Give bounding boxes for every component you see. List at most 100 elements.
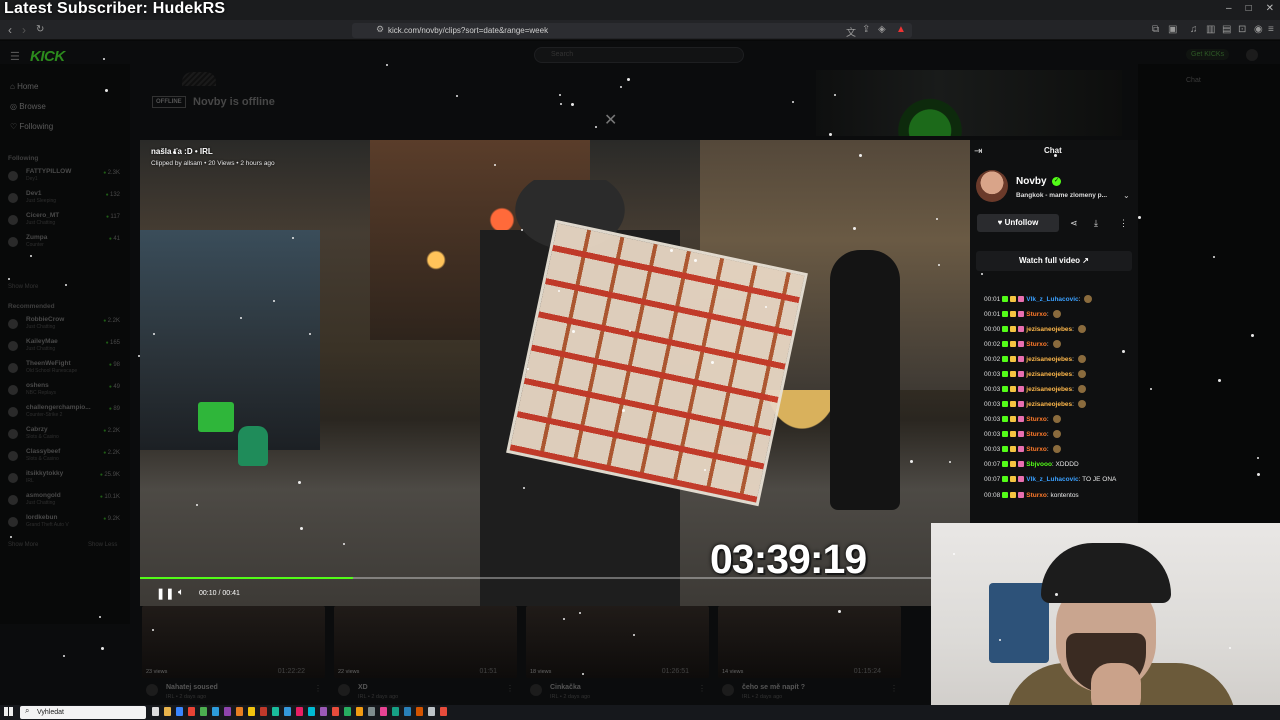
chat-username[interactable]: jezisaneojebes (1026, 401, 1072, 408)
clip-title[interactable]: Cinkačka (550, 684, 581, 691)
chat-username[interactable]: Sturxo (1026, 492, 1047, 499)
extension-icon[interactable]: ▣ (1168, 24, 1177, 35)
sidebar-channel[interactable]: itsikkytokkyIRL 25.9K (8, 470, 124, 492)
sidebar-channel[interactable]: CabrzySlots & Casino 2.2K (8, 426, 124, 448)
clip-title[interactable]: čeho se mě napít ? (742, 684, 805, 691)
chat-username[interactable]: Vlk_z_Luhacovic (1026, 296, 1078, 303)
collapse-chat-icon[interactable]: ⇥ (974, 146, 982, 157)
unfollow-button[interactable]: ♥ Unfollow (977, 214, 1059, 232)
taskbar-app-icon[interactable] (308, 707, 315, 716)
share-icon[interactable]: ⋖ (1070, 218, 1078, 229)
streamer-name[interactable]: Novby (1016, 176, 1047, 187)
clip-title[interactable]: Nahatej soused (166, 684, 218, 691)
reload-icon[interactable]: ↻ (36, 24, 44, 35)
clip-video-player[interactable]: našla ťa :D • IRL Clipped by allsam • 20… (140, 140, 970, 606)
taskbar-app-icon[interactable] (248, 707, 255, 716)
search-input[interactable]: Search (534, 47, 744, 63)
vpn-icon[interactable]: ◉ (1254, 24, 1263, 35)
taskbar-app-icon[interactable] (236, 707, 243, 716)
chat-username[interactable]: Vlk_z_Luhacovic (1026, 476, 1078, 483)
taskbar-app-icon[interactable] (260, 707, 267, 716)
more-options-icon[interactable]: ⋮ (506, 684, 514, 693)
taskbar-app-icon[interactable] (320, 707, 327, 716)
taskbar-app-icon[interactable] (152, 707, 159, 716)
sidebar-channel[interactable]: ZumpaCounter 41 (8, 234, 124, 256)
taskbar-app-icon[interactable] (212, 707, 219, 716)
sidebar-channel[interactable]: oshensNBC Replays 49 (8, 382, 124, 404)
show-more-link[interactable]: Show More (8, 284, 38, 290)
chat-username[interactable]: jezisaneojebes (1026, 371, 1072, 378)
sidebar-channel[interactable]: RobbieCrowJust Chatting 2.2K (8, 316, 124, 338)
chevron-down-icon[interactable]: ⌄ (1123, 191, 1130, 200)
show-more-link[interactable]: Show More (8, 542, 38, 548)
taskbar-app-icon[interactable] (368, 707, 375, 716)
taskbar-app-icon[interactable] (404, 707, 411, 716)
show-less-link[interactable]: Show Less (88, 542, 117, 548)
taskbar-app-icon[interactable] (164, 707, 171, 716)
sidebar-channel[interactable]: TheenWeFightOld School Runescape 98 (8, 360, 124, 382)
chat-username[interactable]: Sbjvooo (1026, 461, 1052, 468)
alert-icon[interactable]: ▲ (896, 24, 906, 35)
sidebar-channel[interactable]: asmongoldJust Chatting 10.1K (8, 492, 124, 514)
clip-thumbnail[interactable]: 14 views 01:15:24 (718, 606, 901, 678)
more-options-icon[interactable]: ⋮ (890, 684, 898, 693)
pause-icon[interactable]: ❚❚ (156, 587, 174, 600)
sidebar-item-browse[interactable]: ◎ Browse (10, 102, 46, 111)
clip-thumbnail[interactable]: 22 views 01:51 (334, 606, 517, 678)
chat-username[interactable]: Sturxo (1026, 431, 1047, 438)
volume-icon[interactable]: 🔈︎ (178, 587, 184, 598)
kick-logo[interactable]: KICK (30, 48, 65, 65)
close-icon[interactable]: ✕ (604, 110, 617, 130)
sidebar-channel[interactable]: lordkebunGrand Theft Auto V 9.2K (8, 514, 124, 536)
close-window-button[interactable]: ✕ (1266, 3, 1274, 14)
share-icon[interactable]: ⇪ (862, 24, 870, 35)
shield-icon[interactable]: ◈ (878, 24, 886, 35)
windows-start-icon[interactable] (4, 707, 13, 716)
taskbar-app-icon[interactable] (284, 707, 291, 716)
sidebar-channel[interactable]: Dev1Just Sleeping 132 (8, 190, 124, 212)
taskbar-app-icon[interactable] (200, 707, 207, 716)
forward-icon[interactable]: › (22, 23, 26, 37)
translate-icon[interactable]: 文 (846, 24, 856, 39)
site-info-icon[interactable]: ⚙ (376, 24, 384, 35)
taskbar-app-icon[interactable] (392, 707, 399, 716)
chat-username[interactable]: Sturxo (1026, 341, 1047, 348)
get-kicks-button[interactable]: Get KICKs (1186, 49, 1230, 60)
more-options-icon[interactable]: ⋮ (698, 684, 706, 693)
taskbar-app-icon[interactable] (224, 707, 231, 716)
streamer-avatar[interactable] (976, 170, 1008, 202)
chat-username[interactable]: Sturxo (1026, 311, 1047, 318)
extension-icon[interactable]: ▤ (1222, 24, 1231, 35)
music-icon[interactable]: ♫ (1190, 24, 1198, 35)
chat-username[interactable]: jezisaneojebes (1026, 386, 1072, 393)
more-options-icon[interactable]: ⋮ (1119, 218, 1128, 229)
more-options-icon[interactable]: ⋮ (314, 684, 322, 693)
taskbar-app-icon[interactable] (356, 707, 363, 716)
avatar[interactable] (1246, 49, 1258, 61)
chat-username[interactable]: jezisaneojebes (1026, 356, 1072, 363)
clip-thumbnail[interactable]: 18 views 01:26:51 (526, 606, 709, 678)
maximize-button[interactable]: □ (1246, 3, 1252, 14)
chat-username[interactable]: Sturxo (1026, 416, 1047, 423)
menu-icon[interactable]: ☰ (10, 50, 20, 63)
minimize-button[interactable]: – (1226, 3, 1232, 14)
taskbar-app-icon[interactable] (296, 707, 303, 716)
taskbar-app-icon[interactable] (416, 707, 423, 716)
sidebar-item-home[interactable]: ⌂ Home (10, 82, 38, 91)
taskbar-app-icon[interactable] (440, 707, 447, 716)
chat-username[interactable]: Sturxo (1026, 446, 1047, 453)
menu-icon[interactable]: ≡ (1268, 24, 1274, 35)
clip-thumbnail[interactable]: 23 views 01:22:22 (142, 606, 325, 678)
sidebar-channel[interactable]: FATTYPILLOWDey1 2.3K (8, 168, 124, 190)
download-icon[interactable]: ⤓ (1094, 218, 1098, 229)
taskbar-app-icon[interactable] (176, 707, 183, 716)
address-bar[interactable]: kick.com/novby/clips?sort=date&range=wee… (352, 23, 912, 38)
taskbar-search-input[interactable]: Vyhledat (20, 706, 146, 719)
taskbar-app-icon[interactable] (272, 707, 279, 716)
sidebar-channel[interactable]: ClassybeefSlots & Casino 2.2K (8, 448, 124, 470)
sidebar-channel[interactable]: KaileyMaeJust Chatting 165 (8, 338, 124, 360)
screenshot-icon[interactable]: ⊡ (1238, 24, 1246, 35)
chat-username[interactable]: jezisaneojebes (1026, 326, 1072, 333)
sidebar-icon[interactable]: ▥ (1206, 24, 1215, 35)
taskbar-app-icon[interactable] (380, 707, 387, 716)
